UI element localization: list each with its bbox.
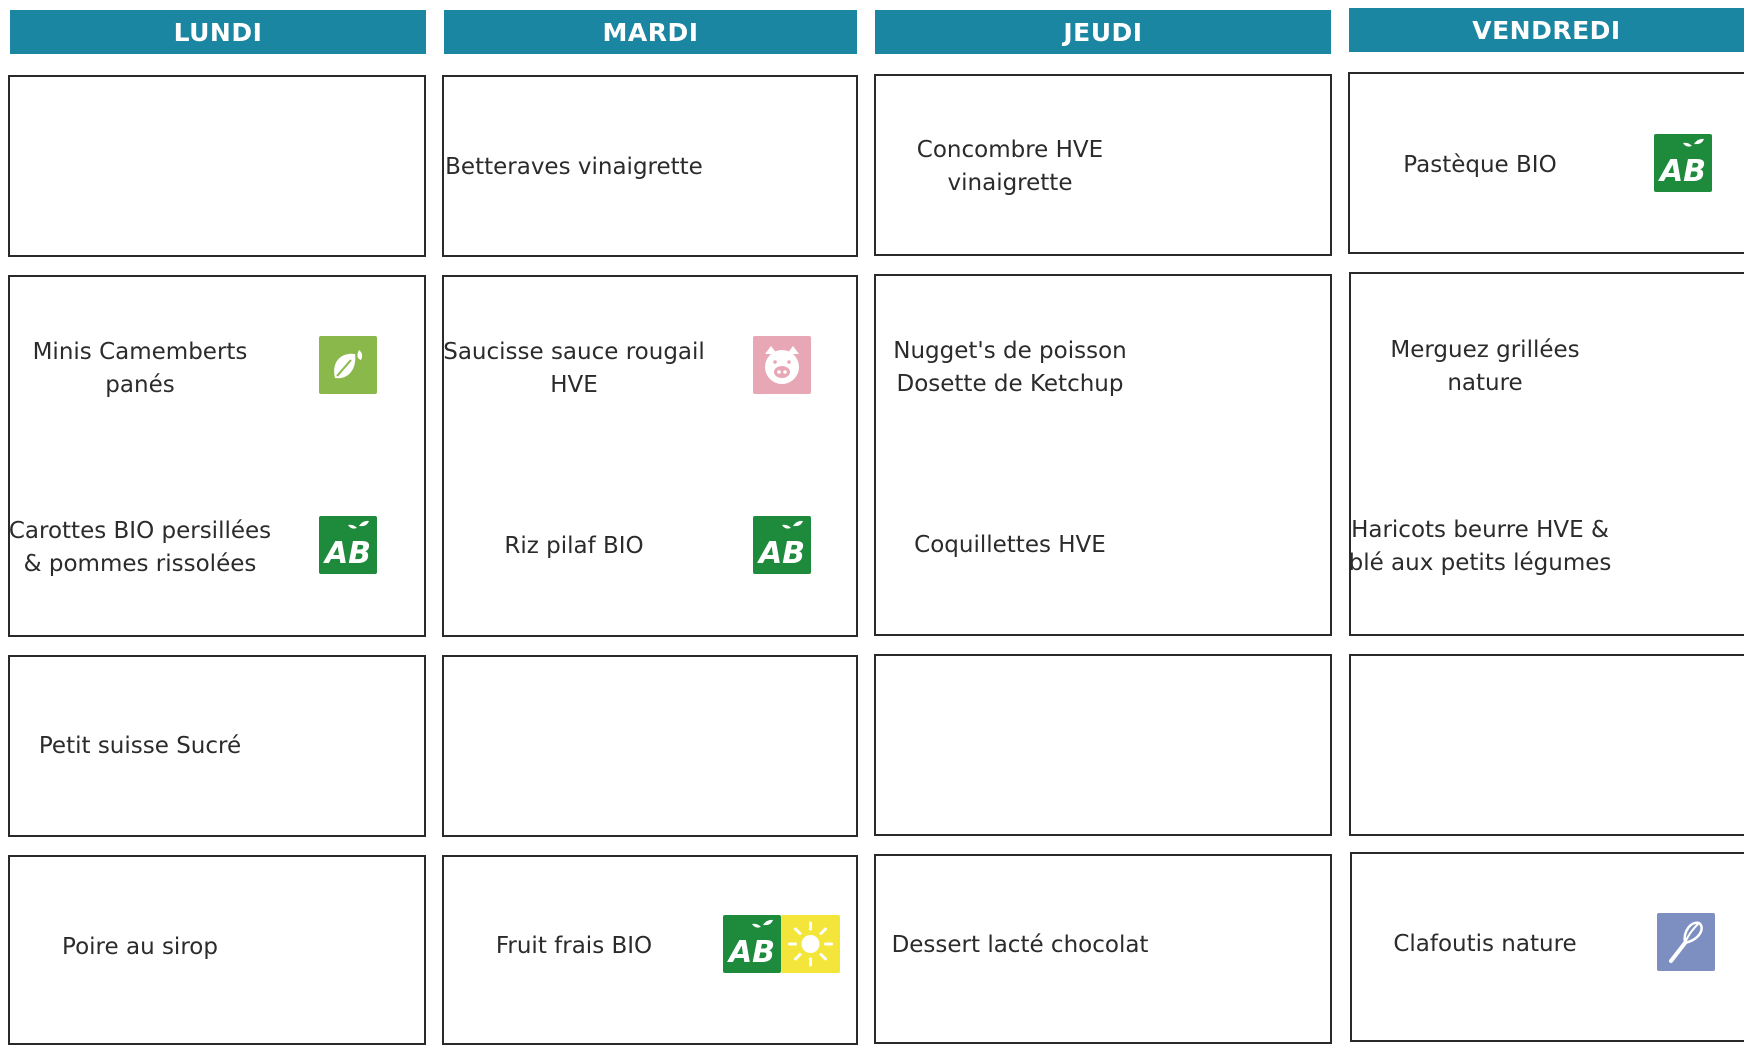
plat-mardi: Saucisse sauce rougail HVE (443, 339, 705, 398)
accompagnement-vendredi: Haricots beurre HVE & blé aux petits lég… (1348, 517, 1612, 576)
plat-vendredi: Merguez grillées nature (1390, 337, 1580, 396)
vegetarian-leaf-icon (319, 336, 377, 394)
laitage-lundi: Petit suisse Sucré (38, 732, 242, 759)
plat-jeudi: Nugget's de poisson Dosette de Ketchup (893, 338, 1127, 397)
svg-text:AB: AB (757, 536, 805, 571)
pork-icon (753, 336, 811, 394)
homemade-whisk-icon (1657, 913, 1715, 971)
plat-lundi: Minis Camemberts panés (32, 339, 248, 398)
plat-cell-jeudi (874, 274, 1332, 636)
dessert-vendredi: Clafoutis nature (1393, 930, 1577, 957)
laitage-cell-jeudi (874, 654, 1332, 836)
organic-ab-icon: AB (723, 915, 781, 973)
entree-jeudi: Concombre HVE vinaigrette (916, 137, 1104, 196)
plat-cell-mardi (442, 275, 858, 637)
entree-vendredi: Pastèque BIO (1403, 151, 1557, 178)
entree-cell-lundi (8, 75, 426, 257)
organic-ab-icon: AB (1654, 134, 1712, 192)
sun-icon (781, 915, 840, 973)
svg-text:AB: AB (1658, 154, 1706, 189)
laitage-cell-vendredi (1349, 654, 1744, 836)
dessert-lundi: Poire au sirop (62, 933, 218, 960)
entree-mardi: Betteraves vinaigrette (445, 153, 703, 180)
organic-ab-icon: AB (753, 516, 811, 574)
svg-text:AB: AB (727, 935, 775, 970)
dessert-mardi: Fruit frais BIO (495, 932, 653, 959)
accompagnement-mardi: Riz pilaf BIO (504, 532, 644, 559)
dessert-jeudi: Dessert lacté chocolat (891, 931, 1149, 958)
organic-ab-icon: AB (319, 516, 377, 574)
day-header-jeudi: JEUDI (875, 10, 1331, 54)
day-header-vendredi: VENDREDI (1349, 8, 1744, 52)
day-header-lundi: LUNDI (10, 10, 426, 54)
accompagnement-jeudi: Coquillettes HVE (914, 531, 1106, 558)
laitage-cell-mardi (442, 655, 858, 837)
day-header-mardi: MARDI (444, 10, 857, 54)
svg-text:AB: AB (323, 536, 371, 571)
accompagnement-lundi: Carottes BIO persillées & pommes rissolé… (8, 518, 272, 577)
organic-ab-local-sun-icon: AB (723, 915, 840, 973)
